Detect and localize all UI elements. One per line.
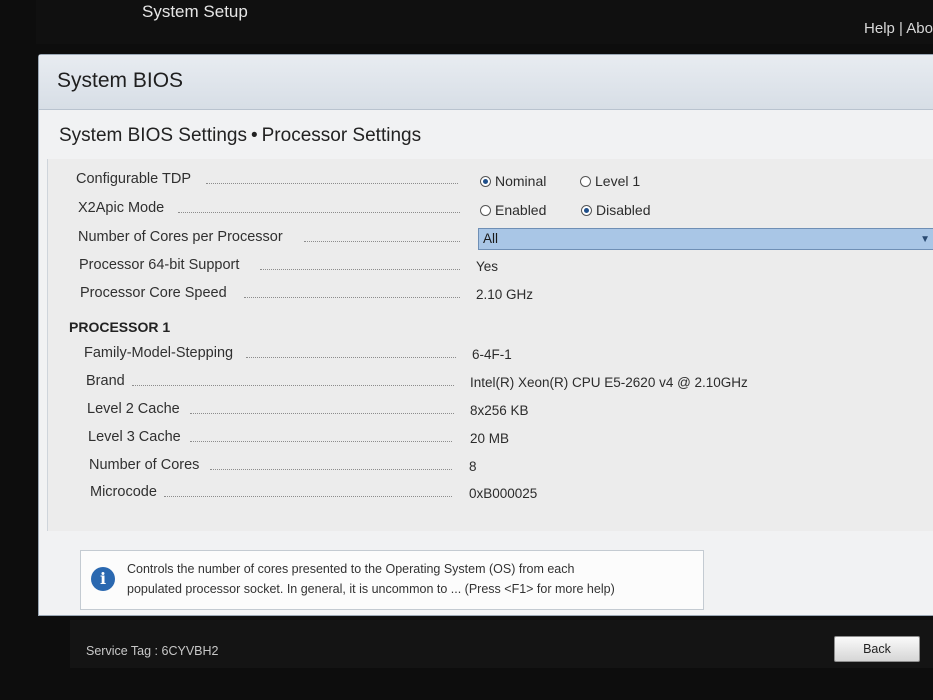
- info-label: Family-Model-Stepping: [84, 345, 234, 361]
- leader-dots: [304, 241, 460, 242]
- link-separator: |: [899, 20, 903, 37]
- info-row-family-model-stepping: Family-Model-Stepping 6-4F-1: [48, 343, 933, 367]
- help-link[interactable]: Help: [864, 20, 895, 37]
- help-links: Help | Abo: [864, 20, 933, 37]
- help-text-line-2: populated processor socket. In general, …: [127, 582, 615, 596]
- radio-level-1[interactable]: Level 1: [580, 173, 640, 189]
- leader-dots: [164, 496, 452, 497]
- info-row-brand: Brand Intel(R) Xeon(R) CPU E5-2620 v4 @ …: [48, 371, 933, 395]
- radio-selected-icon: [480, 176, 491, 187]
- setting-row-64bit-support: Processor 64-bit Support Yes: [48, 255, 933, 279]
- info-value: 8x256 KB: [470, 403, 529, 418]
- leader-dots: [190, 441, 452, 442]
- service-tag: Service Tag : 6CYVBH2: [86, 644, 219, 658]
- info-value: 20 MB: [470, 431, 510, 446]
- help-text-line-1: Controls the number of cores presented t…: [127, 562, 575, 576]
- leader-dots: [190, 413, 454, 414]
- setting-label: Processor Core Speed: [80, 285, 227, 301]
- info-value: Intel(R) Xeon(R) CPU E5-2620 v4 @ 2.10GH…: [470, 375, 748, 390]
- info-label: Brand: [86, 373, 125, 389]
- setting-row-cores-per-processor: Number of Cores per Processor All ▼: [48, 227, 933, 251]
- breadcrumb-parent[interactable]: System BIOS Settings: [59, 125, 247, 146]
- page-title: System BIOS: [57, 69, 184, 92]
- leader-dots: [210, 469, 452, 470]
- setting-label: Number of Cores per Processor: [78, 229, 283, 245]
- help-box: i Controls the number of cores presented…: [80, 550, 704, 610]
- leader-dots: [178, 212, 460, 213]
- info-row-number-of-cores: Number of Cores 8: [48, 455, 933, 479]
- radio-unselected-icon: [580, 176, 591, 187]
- setting-label: Configurable TDP: [76, 171, 191, 187]
- setting-row-core-speed: Processor Core Speed 2.10 GHz: [48, 283, 933, 307]
- radio-unselected-icon: [480, 205, 491, 216]
- section-heading-processor-1: PROCESSOR 1: [69, 319, 171, 335]
- info-label: Microcode: [90, 484, 157, 500]
- radio-nominal[interactable]: Nominal: [480, 173, 546, 189]
- radio-selected-icon: [581, 205, 592, 216]
- chevron-down-icon: ▼: [920, 234, 930, 245]
- radio-enabled[interactable]: Enabled: [480, 202, 546, 218]
- setting-value: 2.10 GHz: [476, 287, 534, 302]
- leader-dots: [206, 183, 458, 184]
- radio-disabled[interactable]: Disabled: [581, 202, 650, 218]
- breadcrumb: System BIOS Settings • Processor Settings: [59, 125, 421, 147]
- back-button[interactable]: Back: [834, 636, 920, 662]
- info-label: Level 3 Cache: [88, 429, 181, 445]
- info-value: 8: [469, 459, 477, 474]
- setting-label: Processor 64-bit Support: [79, 257, 240, 273]
- setting-label: X2Apic Mode: [78, 200, 165, 216]
- settings-list[interactable]: Configurable TDP Nominal Level 1 X2Apic …: [47, 159, 933, 531]
- info-row-microcode: Microcode 0xB000025: [48, 482, 933, 506]
- info-value: 6-4F-1: [472, 347, 512, 362]
- setting-value: Yes: [476, 259, 499, 274]
- breadcrumb-separator: •: [250, 125, 258, 146]
- footer-bar: Service Tag : 6CYVBH2 Back: [70, 620, 933, 668]
- info-label: Number of Cores: [89, 457, 200, 473]
- cores-per-processor-select[interactable]: All ▼: [478, 228, 933, 250]
- info-label: Level 2 Cache: [87, 401, 180, 417]
- info-row-level-2-cache: Level 2 Cache 8x256 KB: [48, 399, 933, 423]
- help-text: Controls the number of cores presented t…: [127, 559, 693, 599]
- info-row-level-3-cache: Level 3 Cache 20 MB: [48, 427, 933, 451]
- about-link[interactable]: Abo: [906, 20, 933, 37]
- setting-row-x2apic-mode: X2Apic Mode Enabled Disabled: [48, 198, 933, 222]
- leader-dots: [244, 297, 460, 298]
- leader-dots: [246, 357, 456, 358]
- app-title: System Setup: [142, 2, 248, 21]
- main-panel: System BIOS System BIOS Settings • Process…: [38, 54, 933, 616]
- setting-row-configurable-tdp: Configurable TDP Nominal Level 1: [48, 169, 933, 193]
- top-bar: System Setup Help | Abo: [36, 0, 933, 44]
- breadcrumb-current: Processor Settings: [261, 125, 422, 146]
- info-value: 0xB000025: [469, 486, 538, 501]
- info-icon: i: [91, 567, 115, 591]
- leader-dots: [132, 385, 454, 386]
- leader-dots: [260, 269, 460, 270]
- panel-header: System BIOS: [39, 55, 933, 110]
